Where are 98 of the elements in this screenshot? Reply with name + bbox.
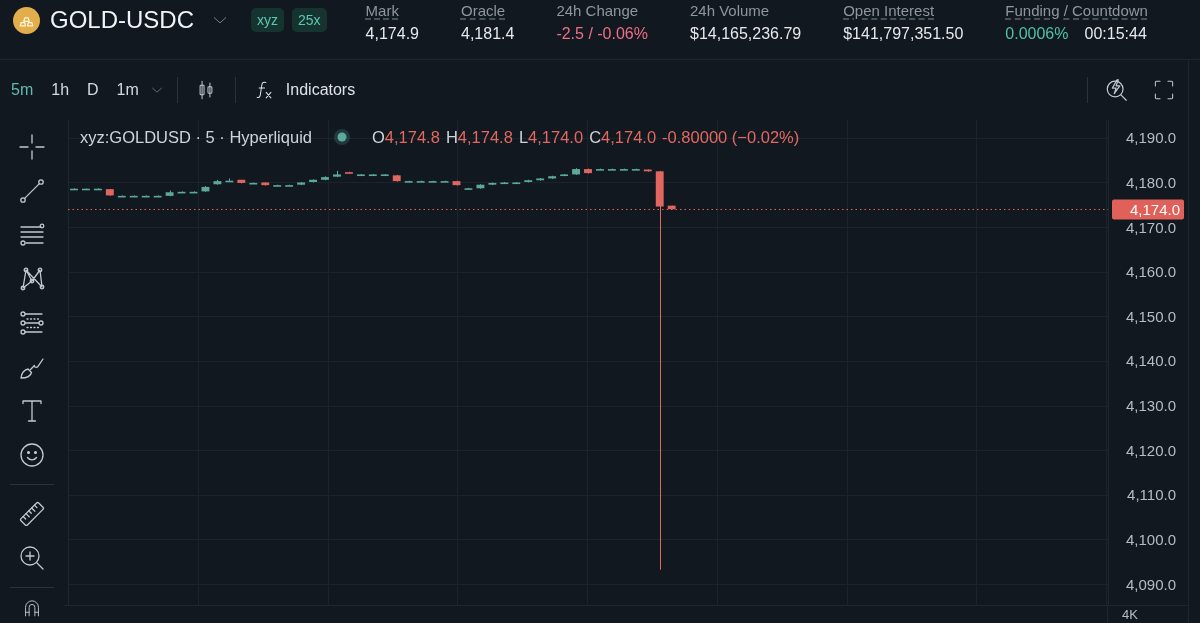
price-axis-label: 4,190.0	[1125, 129, 1176, 147]
candlestick	[584, 168, 592, 175]
candlestick	[333, 170, 341, 178]
crosshair-icon	[18, 133, 46, 161]
status-dot-icon	[334, 129, 350, 145]
candlestick	[488, 181, 497, 186]
candlestick	[392, 174, 401, 183]
last-price-tag: 4,174.0	[1112, 199, 1184, 220]
price-axis-label: 4,110.0	[1127, 486, 1176, 504]
market-tag: xyz	[251, 8, 284, 32]
ohlc-reading: H4,174.8	[445, 127, 513, 147]
ohlc-reading: O4,174.8	[372, 127, 440, 147]
candlestick	[297, 181, 306, 186]
candlestick	[82, 187, 90, 191]
candlestick	[201, 185, 210, 193]
candlestick	[93, 187, 102, 191]
timeframe-tab[interactable]: 1m	[107, 74, 148, 106]
zoom-in-icon	[18, 544, 46, 572]
price-change: -0.80000 (−0.02%)	[662, 127, 800, 147]
price-axis-label: 4,150.0	[1125, 307, 1176, 325]
stat-label: 24h Volume	[690, 2, 770, 20]
candlestick	[321, 175, 329, 181]
stat-value: 4,174.9	[365, 24, 419, 44]
candlestick	[225, 177, 234, 183]
stat-label: 24h Change	[556, 2, 639, 20]
smiley-icon	[18, 441, 46, 469]
candlestick	[643, 169, 652, 173]
stat-value: 4,181.4	[461, 24, 515, 44]
timeframe-tab[interactable]: 5m	[2, 74, 43, 106]
ruler-icon	[18, 500, 46, 528]
candlestick	[572, 167, 580, 176]
price-axis-label: 4,090.0	[1125, 575, 1176, 593]
candlestick	[667, 205, 676, 210]
candlestick	[548, 175, 557, 180]
price-axis-label: 4,120.0	[1125, 441, 1176, 459]
candlestick	[464, 187, 473, 190]
price-axis-label: 4,100.0	[1125, 530, 1176, 548]
timeframe-tab[interactable]: 1h	[42, 74, 79, 106]
zigzag-pattern-icon	[18, 265, 46, 293]
ohlc-reading: C4,174.0	[589, 127, 657, 147]
lightning-search-icon	[1104, 77, 1130, 103]
candlestick	[631, 168, 640, 171]
stat-label: Oracle	[461, 2, 506, 20]
horizontal-lines-icon	[18, 221, 46, 249]
candlestick	[237, 179, 246, 184]
stat-value: $141,797,351.50	[843, 24, 964, 44]
candlestick	[285, 184, 294, 187]
candlestick	[619, 168, 628, 171]
candlestick	[560, 173, 569, 177]
stat-label: Open Interest	[843, 2, 935, 20]
candlestick	[165, 190, 174, 197]
candlestick	[273, 184, 282, 187]
price-axis-label: 4,160.0	[1125, 263, 1176, 281]
candlestick	[309, 178, 317, 183]
price-axis-label: 4,130.0	[1125, 397, 1176, 415]
volume-axis-label: 4K	[1121, 606, 1138, 623]
indicators-button[interactable]: Indicators	[245, 73, 364, 107]
candlestick	[536, 177, 545, 182]
timeframe-tab[interactable]: D	[78, 74, 108, 106]
candlestick	[596, 168, 604, 171]
candlestick	[70, 187, 78, 191]
candlestick	[452, 180, 461, 187]
candlestick	[440, 180, 449, 183]
candlestick	[213, 179, 222, 186]
magnet-icon	[22, 598, 42, 618]
stat-value: 00:15:44	[1084, 24, 1147, 44]
coin-icon	[13, 6, 40, 34]
price-axis-label: 4,140.0	[1125, 352, 1176, 370]
dotted-levels-icon	[18, 309, 46, 337]
candlestick	[345, 171, 353, 174]
candlestick	[512, 181, 521, 185]
stat-value: -2.5 / -0.06%	[556, 24, 648, 44]
candlestick	[249, 181, 258, 185]
ohlc-reading: L4,174.0	[518, 127, 584, 147]
candlestick	[476, 183, 485, 190]
candlestick	[524, 179, 533, 183]
candlestick	[404, 180, 413, 183]
candlestick	[416, 180, 425, 183]
ref-line-label: 4,174.0	[1129, 201, 1180, 218]
candlestick	[261, 181, 270, 187]
stat-label: Mark	[365, 2, 399, 20]
candlestick	[356, 173, 365, 177]
candlestick	[368, 173, 377, 177]
candlestick	[428, 180, 437, 183]
price-axis-label: 4,170.0	[1125, 218, 1176, 236]
fullscreen-icon	[1153, 79, 1175, 101]
market-name: GOLD-USDC	[50, 6, 194, 34]
trend-line-icon	[18, 177, 46, 205]
stat-label: Funding / Countdown	[1005, 2, 1148, 20]
stat-value: 0.0006%	[1005, 24, 1069, 44]
candlestick	[607, 168, 616, 171]
chart-symbol-title: xyz:GOLDUSD · 5 · Hyperliquid	[80, 127, 312, 147]
stat-value: $14,165,236.79	[690, 24, 802, 44]
candlestick	[105, 188, 114, 197]
market-tag: 25x	[292, 8, 327, 32]
price-axis-label: 4,180.0	[1125, 173, 1176, 191]
candlestick	[380, 173, 389, 177]
candlestick	[500, 181, 509, 185]
